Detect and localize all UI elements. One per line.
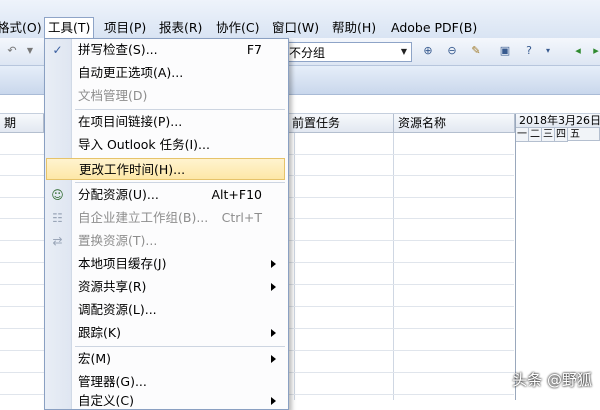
chevron-down-icon[interactable]: ▼ [22, 43, 38, 59]
menu-separator [75, 109, 285, 110]
submenu-arrow-icon [271, 397, 276, 405]
help-icon[interactable]: ? [521, 43, 537, 59]
group-by-select[interactable]: 不分组 ▼ [284, 42, 412, 62]
submenu-arrow-icon [271, 283, 276, 291]
zoom-out-icon[interactable]: ⊖ [444, 43, 460, 59]
menu-item-macro[interactable]: 宏(M) [45, 348, 286, 370]
zoom-in-icon[interactable]: ⊕ [420, 43, 436, 59]
menu-item-spelling[interactable]: ✓ 拼写检查(S)... F7 [45, 39, 286, 61]
spell-check-icon: ✓ [52, 43, 63, 57]
menu-item-label: 在项目间链接(P)... [78, 114, 183, 129]
menu-separator [75, 346, 285, 347]
menu-item-build-team[interactable]: ☷ 自企业建立工作组(B)... Ctrl+T [45, 207, 286, 229]
menu-separator [75, 182, 285, 183]
menu-collaborate[interactable]: 协作(C) [213, 18, 262, 38]
menu-item-link-projects[interactable]: 在项目间链接(P)... [45, 111, 286, 133]
menu-item-label: 分配资源(U)... [78, 187, 159, 202]
gantt-day-label: 三 [542, 128, 555, 142]
menu-item-label: 拼写检查(S)... [78, 42, 158, 57]
menu-adobe-pdf[interactable]: Adobe PDF(B) [388, 18, 480, 38]
watermark: 头条 @野狐 [512, 371, 592, 389]
menu-item-shortcut: Ctrl+T [221, 210, 262, 225]
menu-item-label: 跟踪(K) [78, 325, 121, 340]
gantt-timescale-week: 2018年3月26日 [516, 114, 600, 128]
gantt-day-label: 一 [516, 128, 529, 142]
column-divider [393, 133, 394, 400]
column-divider [294, 133, 295, 400]
menu-item-local-cache[interactable]: 本地项目缓存(J) [45, 253, 286, 275]
gantt-day-label: 二 [529, 128, 542, 142]
arrow-left-icon[interactable]: ◂ [570, 43, 586, 59]
menu-project[interactable]: 项目(P) [101, 18, 149, 38]
menu-item-shortcut: F7 [246, 42, 262, 57]
menu-item-organizer[interactable]: 管理器(G)... [45, 371, 286, 393]
menu-window[interactable]: 窗口(W) [269, 18, 322, 38]
menu-item-change-working-time[interactable]: 更改工作时间(H)... [46, 158, 285, 180]
toolbar-options-icon[interactable]: ▾ [540, 43, 556, 59]
menu-item-import-outlook[interactable]: 导入 Outlook 任务(I)... [45, 134, 286, 156]
menu-report[interactable]: 报表(R) [156, 18, 205, 38]
team-icon: ☷ [52, 211, 63, 225]
menu-tools[interactable]: 工具(T) [44, 17, 95, 39]
gantt-day-label: 四 [555, 128, 568, 142]
menu-format[interactable]: 格式(O) [0, 18, 45, 38]
menu-item-level-resources[interactable]: 调配资源(L)... [45, 299, 286, 321]
column-header-resource-names[interactable]: 资源名称 [394, 114, 515, 133]
menu-item-label: 文档管理(D) [78, 88, 148, 103]
arrow-right-icon[interactable]: ▸ [588, 43, 600, 59]
menu-item-label: 宏(M) [78, 351, 112, 366]
menu-item-label: 更改工作时间(H)... [79, 162, 186, 177]
menu-item-tracking[interactable]: 跟踪(K) [45, 322, 286, 344]
gantt-chart-area[interactable]: 2018年3月26日 一 二 三 四 五 [515, 114, 600, 400]
menu-item-document-management[interactable]: 文档管理(D) [45, 85, 286, 107]
menu-item-label: 自定义(C) [78, 394, 134, 408]
menu-help[interactable]: 帮助(H) [329, 18, 379, 38]
gantt-day-label: 五 [568, 128, 600, 141]
menu-item-label: 本地项目缓存(J) [78, 256, 167, 271]
menu-item-label: 导入 Outlook 任务(I)... [78, 137, 210, 152]
link-icon[interactable]: ✎ [468, 43, 484, 59]
submenu-arrow-icon [271, 329, 276, 337]
column-header-predecessors[interactable]: 前置任务 [287, 114, 394, 133]
menu-item-autocorrect[interactable]: 自动更正选项(A)... [45, 62, 286, 84]
menu-item-label: 置换资源(T)... [78, 233, 158, 248]
assign-resources-icon: ☺ [51, 188, 64, 202]
submenu-arrow-icon [271, 355, 276, 363]
replace-resources-icon: ⇄ [52, 234, 63, 248]
tools-menu: ✓ 拼写检查(S)... F7 自动更正选项(A)... 文档管理(D) 在项目… [44, 38, 289, 410]
menu-item-substitute-resources[interactable]: ⇄ 置换资源(T)... [45, 230, 286, 252]
menu-item-shortcut: Alt+F10 [211, 187, 263, 202]
submenu-arrow-icon [271, 260, 276, 268]
menu-item-label: 管理器(G)... [78, 374, 147, 389]
menu-item-label: 调配资源(L)... [78, 302, 157, 317]
menu-item-label: 自动更正选项(A)... [78, 65, 184, 80]
undo-icon[interactable]: ↶ [4, 43, 20, 59]
menu-item-customize[interactable]: 自定义(C) [45, 394, 286, 409]
menu-item-resource-sharing[interactable]: 资源共享(R) [45, 276, 286, 298]
menu-item-assign-resources[interactable]: ☺ 分配资源(U)... Alt+F10 [45, 184, 286, 206]
menu-bar: 格式(O) 工具(T) 项目(P) 报表(R) 协作(C) 窗口(W) 帮助(H… [0, 0, 600, 39]
copy-picture-icon[interactable]: ▣ [497, 43, 513, 59]
menu-item-label: 资源共享(R) [78, 279, 147, 294]
column-header-date[interactable]: 期 [0, 114, 44, 133]
menu-item-label: 自企业建立工作组(B)... [78, 210, 209, 225]
group-by-value: 不分组 [289, 46, 326, 60]
chevron-down-icon: ▼ [400, 47, 408, 56]
